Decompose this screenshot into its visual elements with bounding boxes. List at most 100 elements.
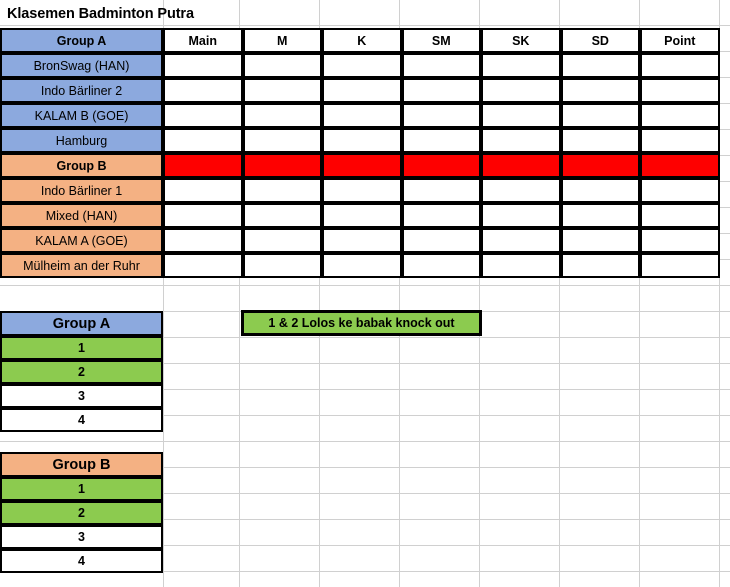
stat-cell-m[interactable] [242, 78, 322, 103]
standings-table: Group A Main M K SM SK SD Point BronSwag… [0, 28, 720, 278]
stat-cell-point[interactable] [640, 128, 720, 153]
stat-cell-main[interactable] [163, 78, 243, 103]
stat-cell-point[interactable] [640, 253, 720, 278]
highlighted-cell-main[interactable] [163, 153, 243, 178]
stat-cell-sd[interactable] [560, 128, 640, 153]
team-name-cell[interactable]: Mülheim an der Ruhr [0, 253, 163, 278]
stat-cell-m[interactable] [242, 203, 322, 228]
ranking-position-4[interactable]: 4 [0, 408, 163, 432]
stat-cell-main[interactable] [163, 228, 243, 253]
stat-cell-sm[interactable] [401, 203, 481, 228]
stat-cell-sk[interactable] [481, 53, 561, 78]
stat-cell-k[interactable] [322, 78, 402, 103]
stat-cell-k[interactable] [322, 103, 402, 128]
highlighted-cell-point[interactable] [640, 153, 720, 178]
stat-cell-sd[interactable] [560, 228, 640, 253]
stat-cell-m[interactable] [242, 228, 322, 253]
stat-cell-point[interactable] [640, 178, 720, 203]
table-header-row-group-a: Group A Main M K SM SK SD Point [0, 28, 720, 53]
stat-cell-sk[interactable] [481, 203, 561, 228]
stat-cell-m[interactable] [242, 103, 322, 128]
stat-cell-point[interactable] [640, 78, 720, 103]
team-name-cell[interactable]: BronSwag (HAN) [0, 53, 163, 78]
stat-cell-k[interactable] [322, 203, 402, 228]
stat-cell-main[interactable] [163, 253, 243, 278]
highlighted-cell-m[interactable] [242, 153, 322, 178]
highlighted-cell-sm[interactable] [401, 153, 481, 178]
team-name-cell[interactable]: Indo Bärliner 1 [0, 178, 163, 203]
stat-cell-point[interactable] [640, 53, 720, 78]
stat-cell-sk[interactable] [481, 103, 561, 128]
team-name-cell[interactable]: KALAM A (GOE) [0, 228, 163, 253]
ranking-position-1[interactable]: 1 [0, 477, 163, 501]
stat-cell-main[interactable] [163, 128, 243, 153]
stat-cell-k[interactable] [322, 128, 402, 153]
ranking-position-1[interactable]: 1 [0, 336, 163, 360]
table-row: KALAM B (GOE) [0, 103, 720, 128]
team-name-cell[interactable]: Indo Bärliner 2 [0, 78, 163, 103]
team-name-cell[interactable]: KALAM B (GOE) [0, 103, 163, 128]
stat-cell-sk[interactable] [481, 228, 561, 253]
list-item: 2 [0, 360, 163, 384]
stat-cell-sd[interactable] [560, 178, 640, 203]
highlighted-cell-sk[interactable] [481, 153, 561, 178]
column-header-sk: SK [481, 28, 561, 53]
team-name-cell[interactable]: Mixed (HAN) [0, 203, 163, 228]
column-header-point: Point [640, 28, 720, 53]
stat-cell-sd[interactable] [560, 253, 640, 278]
stat-cell-sd[interactable] [560, 103, 640, 128]
stat-cell-k[interactable] [322, 253, 402, 278]
stat-cell-m[interactable] [242, 53, 322, 78]
table-row: BronSwag (HAN) [0, 53, 720, 78]
ranking-position-3[interactable]: 3 [0, 384, 163, 408]
sheet-title-row: Klasemen Badminton Putra [0, 2, 730, 26]
ranking-position-2[interactable]: 2 [0, 360, 163, 384]
stat-cell-main[interactable] [163, 103, 243, 128]
highlighted-cell-sd[interactable] [560, 153, 640, 178]
stat-cell-sk[interactable] [481, 253, 561, 278]
stat-cell-sd[interactable] [560, 53, 640, 78]
stat-cell-k[interactable] [322, 228, 402, 253]
group-a-ranking-header: Group A [0, 311, 163, 336]
stat-cell-main[interactable] [163, 178, 243, 203]
team-name-cell[interactable]: Hamburg [0, 128, 163, 153]
stat-cell-sm[interactable] [401, 53, 481, 78]
stat-cell-point[interactable] [640, 103, 720, 128]
stat-cell-point[interactable] [640, 228, 720, 253]
group-a-header-cell: Group A [0, 28, 163, 53]
stat-cell-sm[interactable] [401, 228, 481, 253]
stat-cell-k[interactable] [322, 178, 402, 203]
stat-cell-sk[interactable] [481, 78, 561, 103]
list-item: 4 [0, 549, 163, 573]
list-item: 1 [0, 336, 163, 360]
ranking-position-3[interactable]: 3 [0, 525, 163, 549]
table-row: Mixed (HAN) [0, 203, 720, 228]
stat-cell-point[interactable] [640, 203, 720, 228]
ranking-position-4[interactable]: 4 [0, 549, 163, 573]
table-row: Indo Bärliner 1 [0, 178, 720, 203]
list-item: 3 [0, 525, 163, 549]
ranking-position-2[interactable]: 2 [0, 501, 163, 525]
list-item: 2 [0, 501, 163, 525]
stat-cell-sm[interactable] [401, 103, 481, 128]
stat-cell-m[interactable] [242, 178, 322, 203]
stat-cell-sm[interactable] [401, 78, 481, 103]
stat-cell-sm[interactable] [401, 253, 481, 278]
group-b-ranking-table: Group B 1 2 3 4 [0, 452, 163, 573]
stat-cell-sm[interactable] [401, 128, 481, 153]
stat-cell-main[interactable] [163, 53, 243, 78]
column-header-main: Main [163, 28, 243, 53]
stat-cell-sk[interactable] [481, 178, 561, 203]
stat-cell-sk[interactable] [481, 128, 561, 153]
stat-cell-sd[interactable] [560, 78, 640, 103]
highlighted-cell-k[interactable] [322, 153, 402, 178]
stat-cell-sm[interactable] [401, 178, 481, 203]
stat-cell-m[interactable] [242, 253, 322, 278]
list-item: 4 [0, 408, 163, 432]
stat-cell-main[interactable] [163, 203, 243, 228]
column-header-k: K [322, 28, 402, 53]
stat-cell-k[interactable] [322, 53, 402, 78]
stat-cell-sd[interactable] [560, 203, 640, 228]
stat-cell-m[interactable] [242, 128, 322, 153]
table-header-row-group-b: Group B [0, 153, 720, 178]
